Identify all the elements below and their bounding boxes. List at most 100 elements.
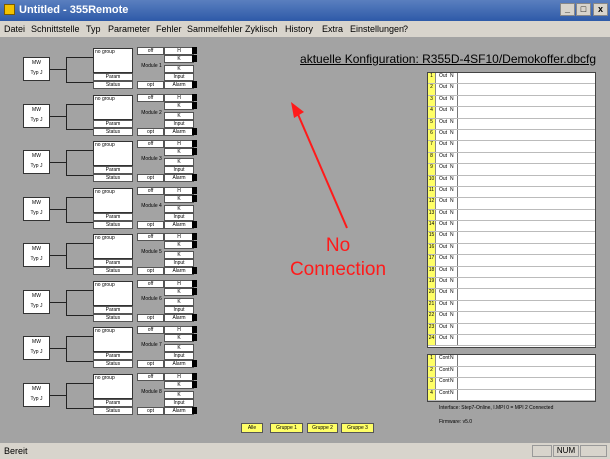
alarm-cell[interactable]: Alarm (164, 174, 194, 182)
k-cell-top[interactable]: K (164, 380, 194, 389)
opt-cell[interactable]: opt (137, 81, 164, 89)
output-row[interactable]: 14 Out N (428, 221, 595, 233)
h-cell[interactable]: H (164, 186, 194, 195)
status-button[interactable]: Status (93, 360, 133, 368)
close-button[interactable]: x (593, 3, 608, 16)
group-box[interactable]: no group (93, 280, 133, 306)
alarm-cell[interactable]: Alarm (164, 220, 194, 229)
k-cell-top[interactable]: K (164, 101, 194, 110)
control-row[interactable]: 3 Cont N (428, 378, 595, 390)
output-row[interactable]: 10 Out N (428, 175, 595, 187)
off-cell[interactable]: off (137, 186, 164, 195)
group-box[interactable]: no group (93, 48, 133, 73)
output-row[interactable]: 19 Out N (428, 278, 595, 290)
param-button[interactable]: Param (93, 259, 133, 267)
h-cell[interactable]: H (164, 279, 194, 288)
k-cell-top[interactable]: K (164, 194, 194, 203)
output-row[interactable]: 1 Out N (428, 73, 595, 85)
group-2-button[interactable]: Gruppe 2 (307, 423, 338, 433)
status-button[interactable]: Status (93, 267, 133, 275)
off-cell[interactable]: off (137, 47, 164, 55)
k-cell[interactable]: K (164, 390, 194, 399)
k-cell[interactable]: K (164, 65, 194, 73)
group-box[interactable]: no group (93, 373, 133, 399)
menu-extra[interactable]: Extra (322, 24, 343, 34)
alarm-cell[interactable]: Alarm (164, 406, 194, 415)
alarm-cell[interactable]: Alarm (164, 81, 194, 89)
status-button[interactable]: Status (93, 174, 133, 182)
h-cell[interactable]: H (164, 93, 194, 102)
minimize-button[interactable]: _ (560, 3, 575, 16)
menu-zyklisch[interactable]: Zyklisch (245, 24, 278, 34)
output-row[interactable]: 18 Out N (428, 266, 595, 279)
group-all-button[interactable]: Alle (241, 423, 263, 433)
status-button[interactable]: Status (93, 220, 133, 229)
off-cell[interactable]: off (137, 326, 164, 334)
k-cell-top[interactable]: K (164, 287, 194, 296)
input-cell[interactable]: Input (164, 166, 194, 174)
control-row[interactable]: 2 Cont N (428, 366, 595, 378)
menu-datei[interactable]: Datei (4, 24, 25, 34)
input-cell[interactable]: Input (164, 352, 194, 360)
sensor-box[interactable]: MW Typ J (23, 196, 50, 221)
param-button[interactable]: Param (93, 352, 133, 360)
output-row[interactable]: 7 Out N (428, 141, 595, 153)
output-row[interactable]: 15 Out N (428, 232, 595, 244)
group-1-button[interactable]: Gruppe 1 (270, 423, 303, 433)
opt-cell[interactable]: opt (137, 267, 164, 275)
sensor-box[interactable]: MW Typ J (23, 243, 50, 267)
menu-fehler[interactable]: Fehler (156, 24, 182, 34)
h-cell[interactable]: H (164, 326, 194, 334)
output-row[interactable]: 4 Out N (428, 107, 595, 119)
input-cell[interactable]: Input (164, 73, 194, 81)
input-cell[interactable]: Input (164, 119, 194, 128)
menu-typ[interactable]: Typ (86, 24, 101, 34)
status-button[interactable]: Status (93, 127, 133, 136)
group-box[interactable]: no group (93, 94, 133, 120)
k-cell[interactable]: K (164, 251, 194, 259)
output-row[interactable]: 9 Out N (428, 164, 595, 176)
opt-cell[interactable]: opt (137, 406, 164, 415)
group-box[interactable]: no group (93, 327, 133, 352)
output-row[interactable]: 21 Out N (428, 300, 595, 313)
k-cell-top[interactable]: K (164, 148, 194, 156)
alarm-cell[interactable]: Alarm (164, 313, 194, 322)
output-row[interactable]: 12 Out N (428, 198, 595, 210)
sensor-box[interactable]: MW Typ J (23, 103, 50, 128)
alarm-cell[interactable]: Alarm (164, 360, 194, 368)
output-row[interactable]: 8 Out N (428, 152, 595, 165)
group-3-button[interactable]: Gruppe 3 (341, 423, 374, 433)
sensor-box[interactable]: MW Typ J (23, 336, 50, 360)
k-cell[interactable]: K (164, 344, 194, 352)
status-button[interactable]: Status (93, 313, 133, 322)
h-cell[interactable]: H (164, 47, 194, 55)
sensor-box[interactable]: MW Typ J (23, 289, 50, 314)
opt-cell[interactable]: opt (137, 313, 164, 322)
k-cell[interactable]: K (164, 204, 194, 213)
k-cell-top[interactable]: K (164, 241, 194, 249)
opt-cell[interactable]: opt (137, 360, 164, 368)
output-row[interactable]: 3 Out N (428, 95, 595, 108)
menu-parameter[interactable]: Parameter (108, 24, 150, 34)
alarm-cell[interactable]: Alarm (164, 127, 194, 136)
menu-schnittstelle[interactable]: Schnittstelle (31, 24, 80, 34)
k-cell[interactable]: K (164, 297, 194, 306)
control-row[interactable]: 4 Cont N (428, 389, 595, 401)
group-box[interactable]: no group (93, 234, 133, 259)
sensor-box[interactable]: MW Typ J (23, 150, 50, 174)
menu-sammelfehler[interactable]: Sammelfehler (187, 24, 243, 34)
sensor-box[interactable]: MW Typ J (23, 57, 50, 81)
output-row[interactable]: 22 Out N (428, 312, 595, 324)
status-button[interactable]: Status (93, 406, 133, 415)
h-cell[interactable]: H (164, 233, 194, 241)
status-button[interactable]: Status (93, 81, 133, 89)
menu-history[interactable]: History (285, 24, 313, 34)
input-cell[interactable]: Input (164, 212, 194, 221)
output-row[interactable]: 24 Out N (428, 334, 595, 347)
param-button[interactable]: Param (93, 305, 133, 314)
off-cell[interactable]: off (137, 93, 164, 102)
opt-cell[interactable]: opt (137, 127, 164, 136)
output-row[interactable]: 23 Out N (428, 323, 595, 335)
off-cell[interactable]: off (137, 233, 164, 241)
param-button[interactable]: Param (93, 119, 133, 128)
